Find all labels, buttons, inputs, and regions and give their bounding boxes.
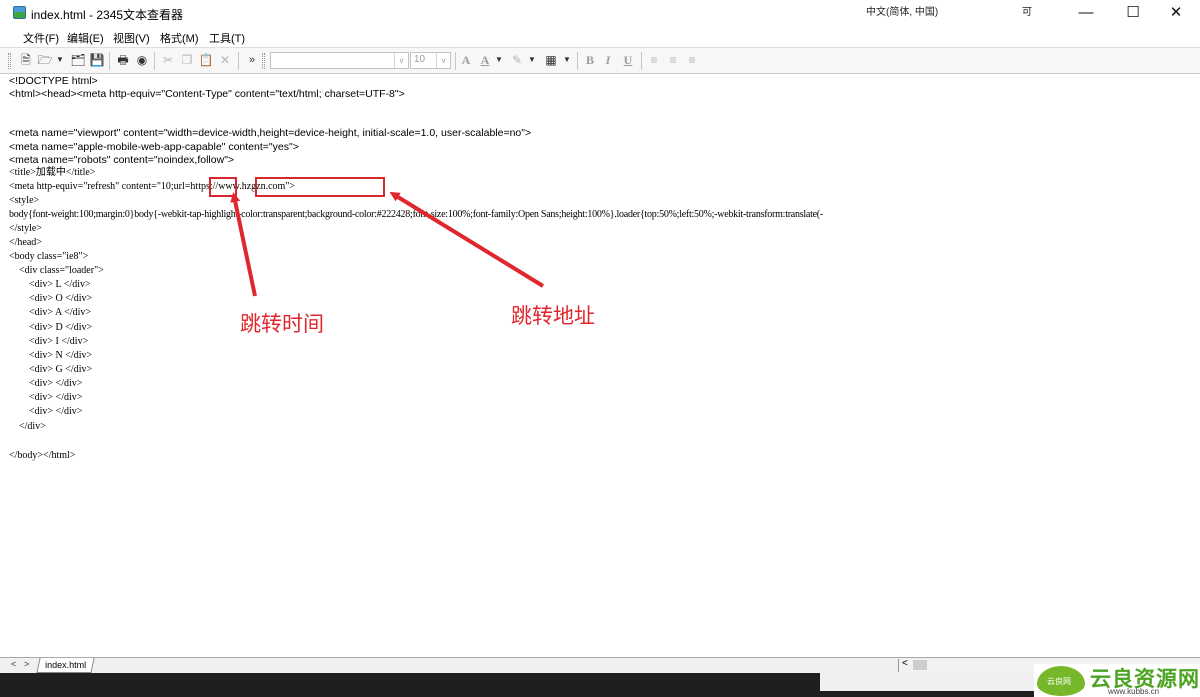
chevron-down-icon: ∨ [394,53,408,68]
toolbar: 🗎 🗁 ▼ 🗂 💾 🖶 ◉ ✂ ❐ 📋 ✕ » ∨ 10 ∨ A A ▼ ✎ ▼… [0,47,1200,74]
highlight-dropdown-icon[interactable]: ▼ [528,52,536,68]
window-title: index.html - 2345文本查看器 [31,8,184,22]
url-arrow [389,191,545,288]
find-binoculars-icon[interactable]: ◉ [134,52,150,68]
print-icon[interactable]: 🖶 [115,52,131,68]
status-bar [0,673,1200,697]
leaf-logo-icon: 云良网 [1037,666,1085,696]
refresh-time-label: 跳转时间 [240,312,324,336]
toolbar-separator [238,52,239,70]
toolbar-more-icon[interactable]: » [244,52,260,68]
font-color-dropdown-icon[interactable]: ▼ [495,52,503,68]
tab-label: index.html [45,660,87,670]
menu-format[interactable]: 格式(M) [160,30,199,46]
font-name-select[interactable]: ∨ [270,52,409,69]
tab-index-html[interactable]: index.html [36,658,95,673]
font-size-value: 10 [414,54,426,65]
app-icon [13,6,26,19]
align-center-icon[interactable]: ≡ [665,52,681,68]
font-color-icon[interactable]: A [477,52,493,68]
input-language-status: 中文(简体, 中国) [866,7,939,18]
align-left-icon[interactable]: ≡ [646,52,662,68]
paste-icon[interactable]: 📋 [198,52,214,68]
toolbar-separator [641,52,642,70]
tab-prev-icon[interactable]: < [11,659,16,669]
toolbar-grip-2[interactable] [262,53,265,69]
text-editor[interactable]: <!DOCTYPE html> <html><head><meta http-e… [0,74,1200,657]
minimize-button[interactable]: — [1063,0,1109,26]
refresh-url-label: 跳转地址 [511,304,595,328]
align-right-icon[interactable]: ≡ [684,52,700,68]
status-partial: 可 [1022,7,1032,18]
scroll-left-icon[interactable]: < [902,658,908,669]
time-arrow [230,192,257,297]
delete-icon[interactable]: ✕ [217,52,233,68]
cut-icon[interactable]: ✂ [160,52,176,68]
italic-icon[interactable]: I [600,52,616,68]
document-tab-bar: < > index.html < [0,657,1200,673]
toolbar-separator [577,52,578,70]
menu-tools[interactable]: 工具(T) [209,30,245,46]
save-icon[interactable]: 💾 [89,52,105,68]
tab-next-icon[interactable]: > [24,659,29,669]
copy-icon[interactable]: ❐ [179,52,195,68]
toolbar-separator [109,52,110,70]
watermark-url: www.kubbs.cn [1108,687,1160,696]
watermark-leaf-text: 云良网 [1047,677,1071,686]
toolbar-separator [455,52,456,70]
title-bar: index.html - 2345文本查看器 — ☐ ✕ [0,0,1200,26]
menu-edit[interactable]: 编辑(E) [67,30,104,46]
chevron-down-icon: ∨ [436,53,450,68]
maximize-button[interactable]: ☐ [1110,0,1156,26]
open-folder-2-icon[interactable]: 🗂 [70,52,86,68]
background-color-icon[interactable]: ▦ [543,52,559,68]
font-size-select[interactable]: 10 ∨ [410,52,451,69]
background-dropdown-icon[interactable]: ▼ [563,52,571,68]
toolbar-grip[interactable] [8,53,11,69]
underline-icon[interactable]: U [620,52,636,68]
highlight-pen-icon[interactable]: ✎ [509,52,525,68]
open-dropdown-icon[interactable]: ▼ [56,52,64,68]
new-file-icon[interactable]: 🗎 [18,52,34,68]
menu-view[interactable]: 视图(V) [113,30,150,46]
bold-icon[interactable]: B [582,52,598,68]
menu-bar: 文件(F) 编辑(E) 视图(V) 格式(M) 工具(T) [0,27,1200,47]
menu-file[interactable]: 文件(F) [23,30,59,46]
open-folder-icon[interactable]: 🗁 [37,52,53,68]
scrollbar-thumb[interactable] [913,660,927,670]
watermark-logo: 云良网 云良资源网 www.kubbs.cn [1034,664,1200,697]
close-button[interactable]: ✕ [1153,0,1199,26]
toolbar-separator [154,52,155,70]
annotation-arrows [230,191,545,297]
font-grow-icon[interactable]: A [458,52,474,68]
